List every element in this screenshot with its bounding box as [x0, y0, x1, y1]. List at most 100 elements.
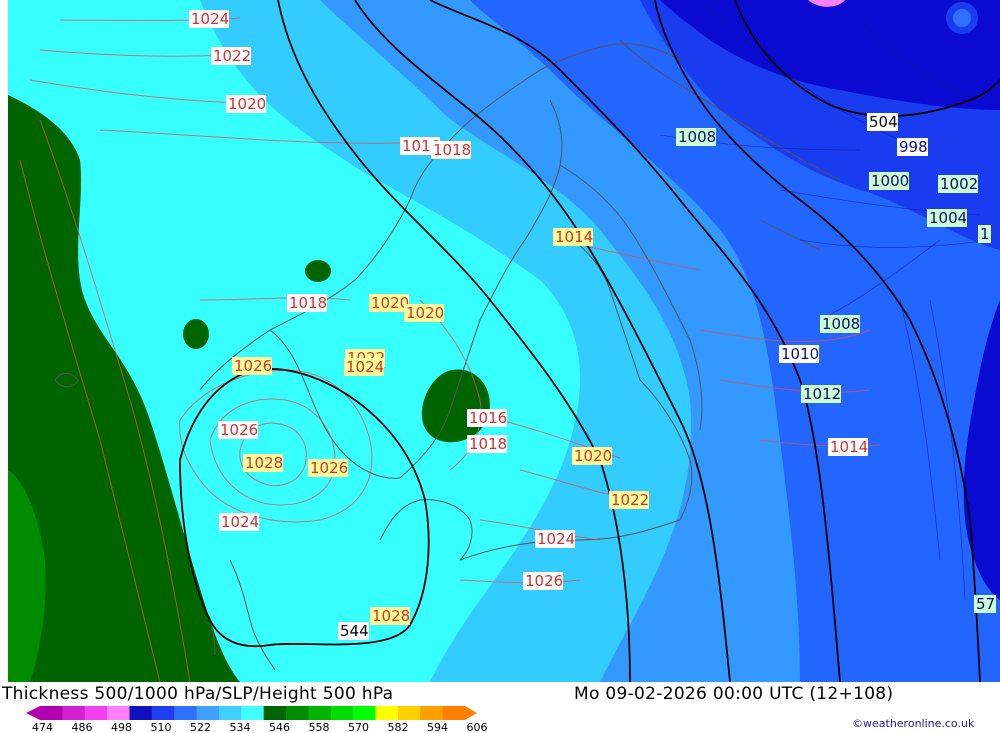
isobar-label: 1022	[211, 47, 251, 65]
colorbar-right-arrow	[465, 706, 477, 720]
isobar-label: 1024	[219, 513, 259, 531]
isobar-label: 1014	[828, 438, 868, 456]
isobar-label: 1020	[226, 95, 266, 113]
isobar-label-text: 1026	[310, 459, 348, 477]
colorbar-segment	[196, 706, 220, 720]
map-datetime: Mo 09-02-2026 00:00 UTC (12+108)	[574, 684, 894, 704]
colorbar-segment	[151, 706, 175, 720]
isobar-label-text: 1002	[940, 175, 978, 193]
map-title: Thickness 500/1000 hPa/SLP/Height 500 hP…	[2, 684, 394, 704]
colorbar-tick-label: 606	[467, 721, 488, 733]
isobar-label-text: 1026	[525, 572, 563, 590]
isobar-label-text: 57	[976, 595, 995, 613]
isobar-label-text: 1018	[289, 294, 327, 312]
isobar-label-text: 1018	[433, 141, 471, 159]
colorbar-segment	[375, 706, 399, 720]
isobar-label: 1020	[369, 294, 409, 312]
isobar-label: 1026	[523, 572, 563, 590]
isobar-label: 1008	[676, 128, 716, 146]
isobar-label: 1028	[243, 454, 283, 472]
height-label-text: 544	[340, 622, 369, 640]
colorbar-segment	[62, 706, 86, 720]
colorbar-segment	[218, 706, 242, 720]
isobar-label-text: 1024	[346, 358, 384, 376]
colorbar-segment	[241, 706, 265, 720]
colorbar-tick-label: 510	[151, 721, 172, 733]
isobar-label-text: 1020	[406, 304, 444, 322]
isobar-label-text: 1008	[822, 315, 860, 333]
isobar-label: 998	[897, 138, 928, 156]
isobar-label-text: 1008	[678, 128, 716, 146]
height-label: 504	[867, 113, 898, 131]
isobar-label: 1008	[820, 315, 860, 333]
isobar-label-text: 1016	[469, 409, 507, 427]
colorbar-segment	[107, 706, 130, 720]
colorbar-tick-label: 498	[111, 721, 132, 733]
isobar-label-text: 1022	[213, 47, 251, 65]
colorbar-segment	[353, 706, 377, 720]
isobar-label-text: 1014	[830, 438, 868, 456]
isobar-label: 1002	[938, 175, 978, 193]
colorbar-segment	[129, 706, 153, 720]
isobar-label-text: 1020	[228, 95, 266, 113]
colorbar-segment	[174, 706, 198, 720]
isobar-label: 57	[974, 595, 996, 613]
isobar-label-text: 998	[899, 138, 928, 156]
colorbar-tick-label: 534	[230, 721, 251, 733]
colorbar-segment	[286, 706, 309, 720]
thickness-fill	[8, 0, 1000, 682]
isobar-label-text: 1012	[803, 385, 841, 403]
isobar-label: 1	[978, 225, 991, 243]
isobar-label: 1022	[609, 491, 649, 509]
colorbar: 474 486 498 510 522 534 546 558 570 582 594 606	[26, 706, 488, 733]
isobar-label-text: 1024	[221, 513, 259, 531]
isobar-label-text: 1020	[371, 294, 409, 312]
colorbar-segment	[263, 706, 287, 720]
isobar-label-text: 1028	[245, 454, 283, 472]
isobar-label: 1024	[344, 358, 384, 376]
isobar-label: 1018	[467, 435, 507, 453]
isobar-label-text: 1026	[220, 421, 258, 439]
colorbar-segment	[84, 706, 108, 720]
colorbar-tick-label: 570	[348, 721, 369, 733]
height-label: 544	[338, 622, 369, 640]
isobar-label-text: 1	[980, 225, 990, 243]
isobar-label-text: 1026	[234, 357, 272, 375]
colorbar-segment	[308, 706, 332, 720]
colorbar-segment	[397, 706, 421, 720]
colorbar-segment	[442, 706, 466, 720]
colorbar-tick-label: 486	[72, 721, 93, 733]
isobar-label-text: 1022	[611, 491, 649, 509]
isobar-label: 1026	[232, 357, 272, 375]
isobar-label: 1010	[779, 345, 819, 363]
colorbar-tick-label: 546	[269, 721, 290, 733]
colorbar-tick-label: 474	[32, 721, 53, 733]
credit-text: ©weatheronline.co.uk	[852, 717, 975, 730]
isobar-label: 1020	[404, 304, 444, 322]
isobar-label: 1018	[431, 141, 471, 159]
colorbar-segment	[330, 706, 354, 720]
isobar-label-text: 1024	[537, 530, 575, 548]
isobar-label-text: 1010	[781, 345, 819, 363]
isobar-label-text: 1024	[191, 10, 229, 28]
isobar-label: 1014	[553, 228, 593, 246]
isobar-label: 1020	[572, 447, 612, 465]
isobar-label: 1026	[218, 421, 258, 439]
isobar-label: 1024	[189, 10, 229, 28]
isobar-label: 1018	[287, 294, 327, 312]
height-label-text: 504	[869, 113, 898, 131]
isobar-label: 1028	[370, 607, 410, 625]
isobar-label-text: 1000	[871, 172, 909, 190]
isobar-label-text: 1018	[469, 435, 507, 453]
colorbar-tick-label: 522	[190, 721, 211, 733]
isobar-label: 1012	[801, 385, 841, 403]
colorbar-tick-label: 582	[388, 721, 409, 733]
isobar-label-text: 1004	[929, 209, 967, 227]
isobar-label: 1024	[535, 530, 575, 548]
colorbar-tick-label: 594	[427, 721, 448, 733]
isobar-label: 1000	[869, 172, 909, 190]
colorbar-tick-label: 558	[309, 721, 330, 733]
isobar-label: 1016	[467, 409, 507, 427]
isobar-label: 1004	[927, 209, 967, 227]
colorbar-left-arrow	[26, 706, 40, 720]
